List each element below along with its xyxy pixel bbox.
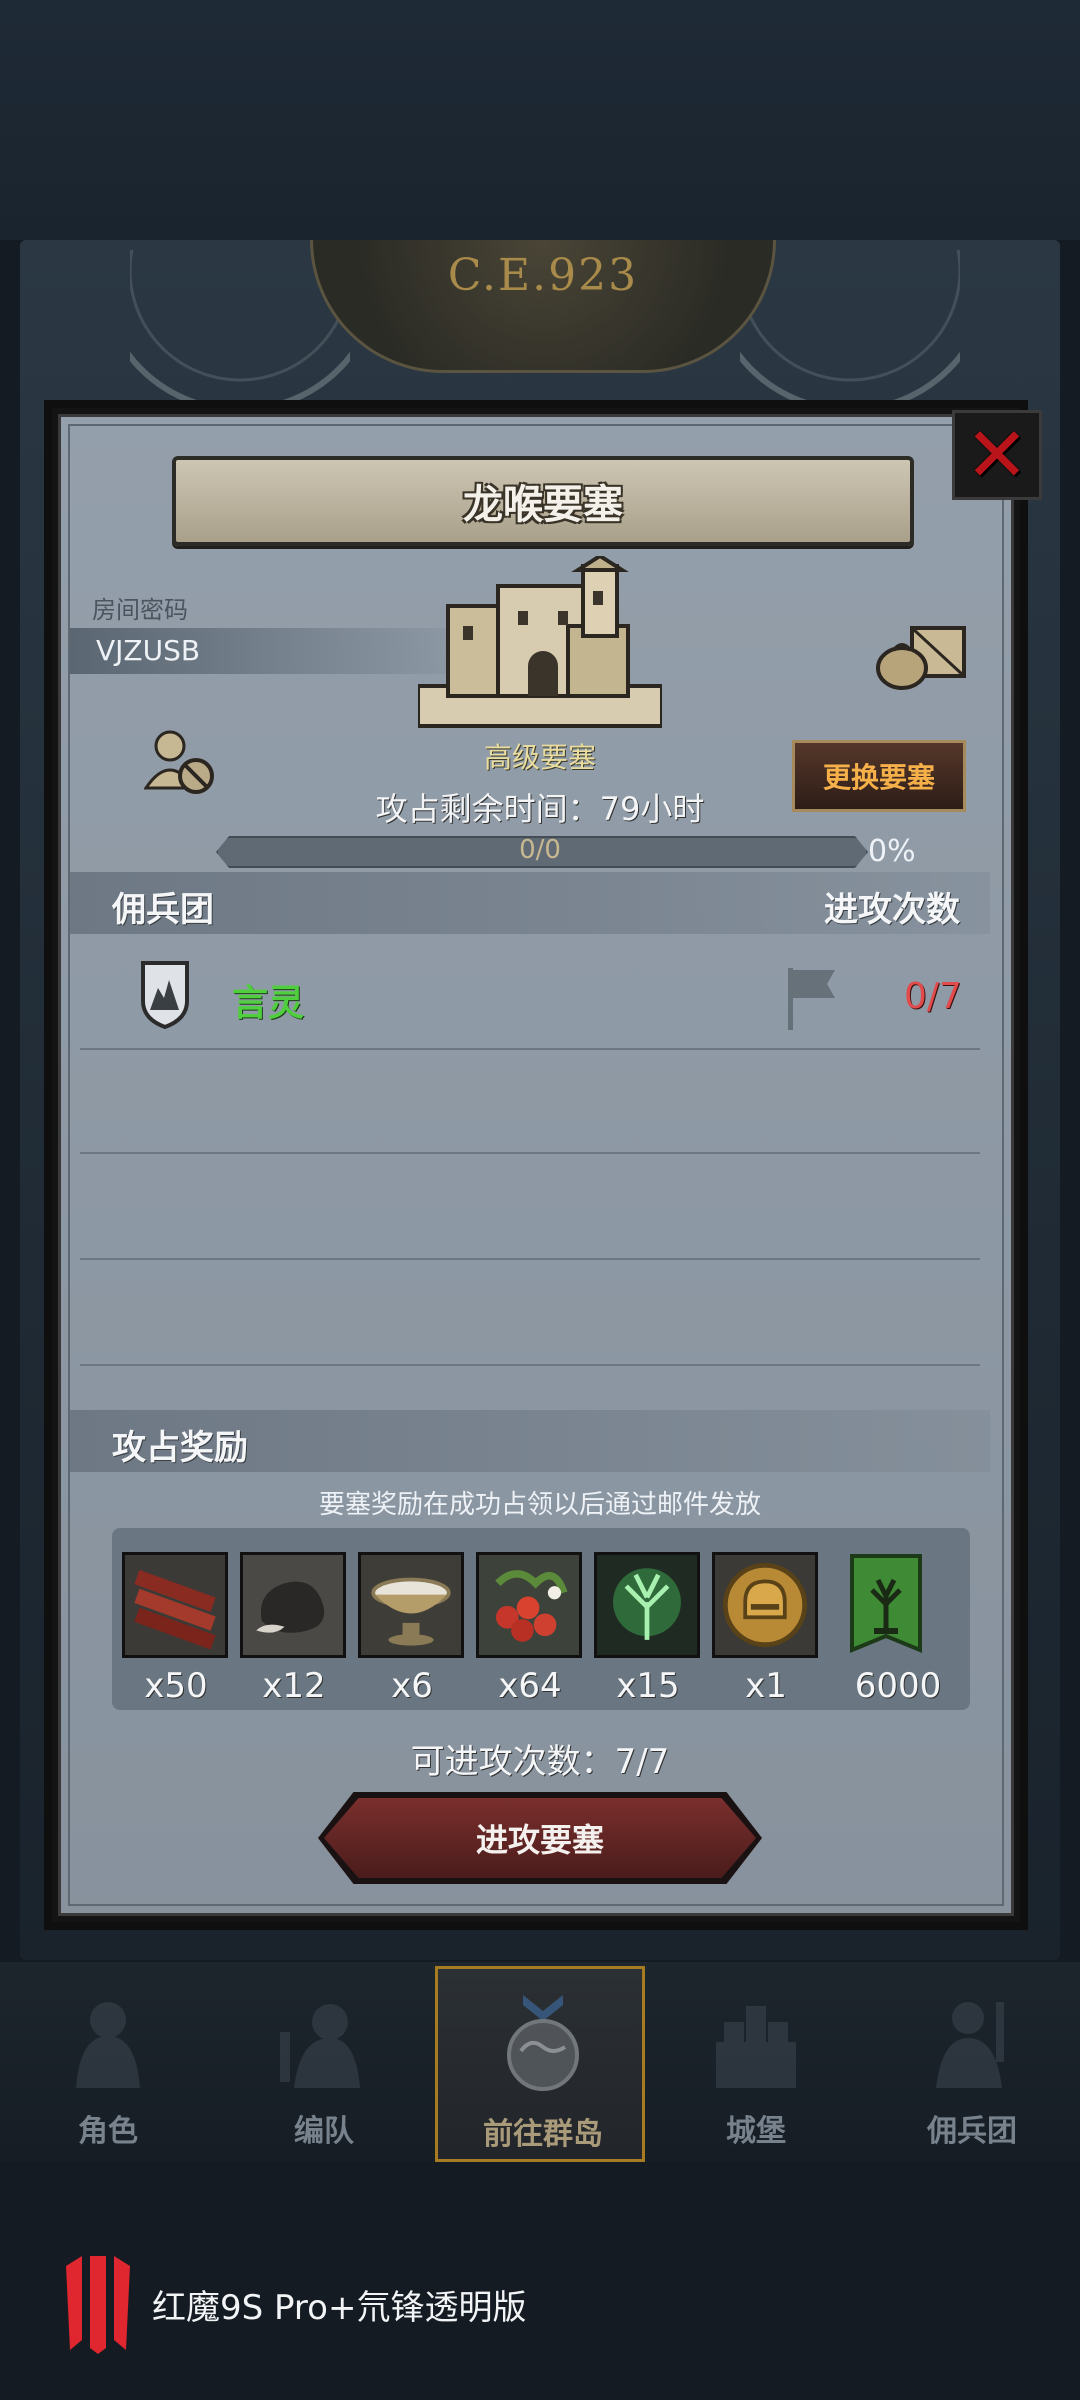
- mercenary-section-title: 佣兵团: [112, 890, 214, 930]
- row-divider: [80, 1364, 980, 1366]
- reward-qty: x50: [144, 1666, 208, 1706]
- ore-rock-icon: [243, 1555, 343, 1655]
- loot-bag-crate-icon[interactable]: [876, 620, 968, 690]
- reward-qty: 6000: [854, 1666, 942, 1706]
- nav-label: 前往群岛: [483, 2117, 603, 2152]
- flag-icon: [788, 968, 835, 1030]
- capture-progress-text: 0/0: [519, 835, 561, 865]
- reward-item-wood[interactable]: [122, 1552, 228, 1658]
- background-top: [0, 0, 1080, 240]
- reward-item-bowl[interactable]: [358, 1552, 464, 1658]
- close-button[interactable]: ✕: [952, 410, 1042, 500]
- castle-icon: [716, 2006, 796, 2088]
- fortress-castle-icon: [418, 556, 662, 728]
- reward-qty: x12: [262, 1666, 326, 1706]
- reward-item-helmet-coin[interactable]: [712, 1552, 818, 1658]
- berries-icon: [479, 1555, 579, 1655]
- reward-section-title: 攻占奖励: [112, 1428, 248, 1468]
- nav-label: 佣兵团: [927, 2114, 1017, 2149]
- tree-banner-icon: [850, 1554, 922, 1653]
- nav-label: 编队: [294, 2114, 354, 2149]
- red-magic-logo: [66, 2256, 130, 2354]
- row-divider: [80, 1048, 980, 1050]
- row-divider: [80, 1258, 980, 1260]
- reward-item-berries[interactable]: [476, 1552, 582, 1658]
- room-code-value: VJZUSB: [96, 634, 201, 667]
- dialog-title: 龙喉要塞: [463, 482, 623, 528]
- nav-label: 城堡: [726, 2114, 786, 2149]
- nav-item-mercenary[interactable]: 佣兵团: [867, 1966, 1077, 2162]
- nav-item-islands[interactable]: 前往群岛: [435, 1966, 645, 2162]
- spirit-tree-icon: [597, 1555, 697, 1655]
- era-banner: C.E.923: [310, 240, 776, 373]
- attack-count-header: 进攻次数: [824, 890, 960, 930]
- time-remaining: 攻占剩余时间：79小时: [375, 790, 705, 828]
- row-divider: [80, 1152, 980, 1154]
- era-text: C.E.923: [447, 250, 639, 301]
- attack-fortress-label: 进攻要塞: [475, 1821, 604, 1859]
- bowl-icon: [361, 1555, 461, 1655]
- reward-item-spirit[interactable]: [594, 1552, 700, 1658]
- nav-item-character[interactable]: 角色: [3, 1966, 213, 2162]
- device-brand: 红魔9S Pro+氘锋透明版: [60, 2252, 526, 2356]
- guild-name: 言灵: [232, 983, 305, 1024]
- reward-note: 要塞奖励在成功占领以后通过邮件发放: [318, 1490, 761, 1520]
- formation-icon: [280, 2004, 360, 2088]
- device-brand-text: 红魔9S Pro+氘锋透明版: [152, 2287, 527, 2328]
- guild-attack-count: 0/7: [904, 976, 962, 1017]
- attack-fortress-button[interactable]: 进攻要塞: [324, 1798, 756, 1878]
- nav-item-castle[interactable]: 城堡: [651, 1966, 861, 2162]
- globe-icon: [507, 1995, 579, 2091]
- reward-qty: x6: [391, 1666, 433, 1706]
- reward-qty: x1: [745, 1666, 787, 1706]
- wood-planks-icon: [125, 1555, 225, 1655]
- remaining-attacks: 可进攻次数：7/7: [410, 1742, 670, 1782]
- mercenary-icon: [936, 2002, 1004, 2088]
- reward-qty: x15: [616, 1666, 680, 1706]
- reward-item-ore[interactable]: [240, 1552, 346, 1658]
- room-code-label: 房间密码: [92, 596, 188, 624]
- title-plate: 龙喉要塞: [172, 456, 914, 546]
- reward-item-banner[interactable]: [846, 1552, 926, 1658]
- nav-item-formation[interactable]: 编队: [219, 1966, 429, 2162]
- guild-shield-icon: [141, 961, 189, 1030]
- clock-dial-right-decoration: [740, 250, 960, 410]
- knight-icon: [76, 2002, 140, 2088]
- reward-qty: x64: [498, 1666, 562, 1706]
- nav-label: 角色: [78, 2114, 138, 2149]
- helmet-coin-icon: [715, 1555, 815, 1655]
- close-icon: ✕: [965, 410, 1029, 499]
- capture-progress-percent: 0%: [868, 834, 916, 869]
